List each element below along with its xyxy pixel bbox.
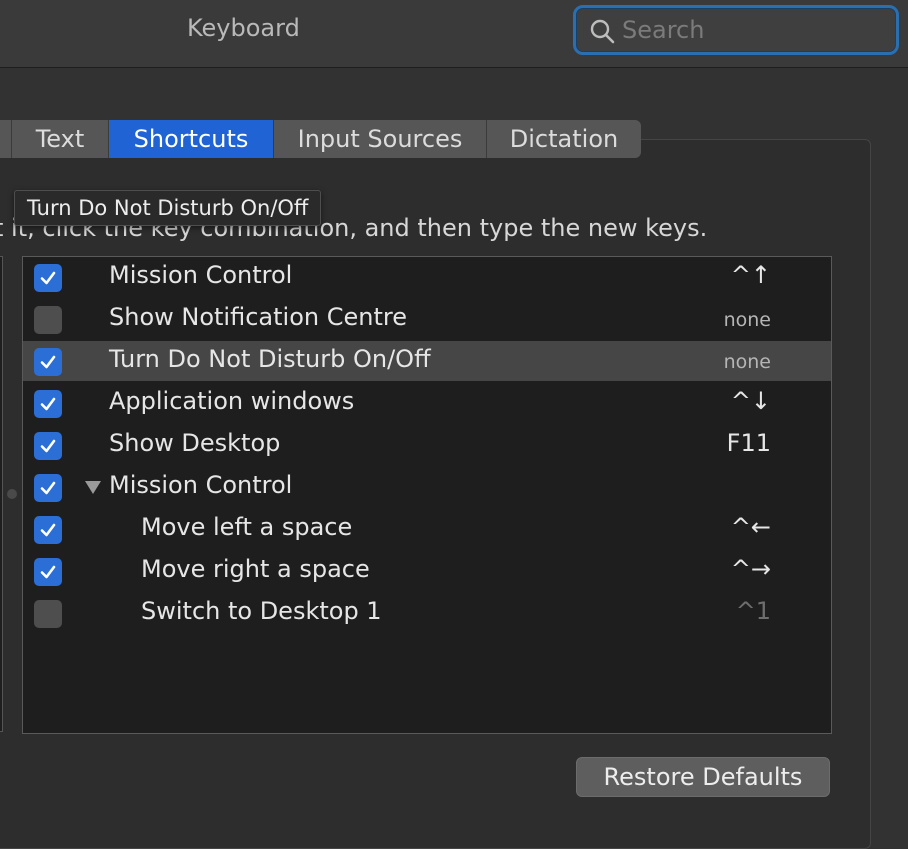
search-box[interactable]: Search <box>573 5 899 55</box>
table-row[interactable]: Application windows ^↓ <box>23 383 831 423</box>
checkmark-icon <box>40 271 56 285</box>
shortcut-label: Move right a space <box>141 555 370 583</box>
checkbox[interactable] <box>34 264 62 292</box>
tab-shortcuts[interactable]: Shortcuts <box>109 120 274 158</box>
tab-text[interactable]: Text <box>12 120 109 158</box>
disclosure-triangle-icon[interactable] <box>85 481 101 495</box>
shortcut-key[interactable]: ^↑ <box>731 261 771 289</box>
window-title: Keyboard <box>187 14 300 42</box>
table-row[interactable]: Move left a space ^← <box>23 509 831 549</box>
shortcut-label: Application windows <box>109 387 355 415</box>
tab-dictation[interactable]: Dictation <box>487 120 641 158</box>
shortcut-label: Show Desktop <box>109 429 281 457</box>
title-bar: Keyboard Search <box>0 0 908 68</box>
shortcut-label: Show Notification Centre <box>109 303 407 331</box>
checkbox[interactable] <box>34 306 62 334</box>
shortcut-key[interactable]: ^1 <box>736 597 771 625</box>
shortcut-label: Mission Control <box>109 261 293 289</box>
tab-bar: Text Shortcuts Input Sources Dictation <box>0 120 641 158</box>
search-input[interactable]: Search <box>622 16 704 44</box>
checkmark-icon <box>40 439 56 453</box>
shortcut-label: Turn Do Not Disturb On/Off <box>109 345 431 373</box>
restore-defaults-button[interactable]: Restore Defaults <box>576 757 830 797</box>
tab-input-sources[interactable]: Input Sources <box>274 120 487 158</box>
checkmark-icon <box>40 523 56 537</box>
checkbox[interactable] <box>34 558 62 586</box>
checkmark-icon <box>40 397 56 411</box>
checkbox[interactable] <box>34 516 62 544</box>
checkmark-icon <box>40 355 56 369</box>
table-row[interactable]: Mission Control <box>23 467 831 507</box>
search-icon <box>590 19 615 44</box>
checkbox[interactable] <box>34 390 62 418</box>
table-row[interactable]: Show Notification Centre none <box>23 299 831 339</box>
shortcut-key[interactable]: none <box>724 309 771 331</box>
checkmark-icon <box>40 565 56 579</box>
checkbox[interactable] <box>34 432 62 460</box>
checkbox[interactable] <box>34 474 62 502</box>
checkmark-icon <box>40 481 56 495</box>
table-row[interactable]: Move right a space ^→ <box>23 551 831 591</box>
shortcut-table: Mission Control ^↑ Show Notification Cen… <box>22 256 832 734</box>
shortcut-key[interactable]: ^→ <box>731 555 771 583</box>
shortcut-label: Move left a space <box>141 513 353 541</box>
shortcut-key[interactable]: none <box>724 351 771 373</box>
split-handle[interactable] <box>7 489 17 499</box>
shortcut-key[interactable]: ^← <box>731 513 771 541</box>
category-list[interactable] <box>0 256 3 732</box>
table-row[interactable]: Turn Do Not Disturb On/Off none <box>23 341 831 381</box>
shortcut-key[interactable]: F11 <box>727 429 771 457</box>
tab-keyboard[interactable] <box>0 120 12 158</box>
tooltip: Turn Do Not Disturb On/Off <box>14 190 322 226</box>
shortcut-key[interactable]: ^↓ <box>731 387 771 415</box>
group-label: Mission Control <box>109 471 293 499</box>
table-row[interactable]: Show Desktop F11 <box>23 425 831 465</box>
checkbox[interactable] <box>34 348 62 376</box>
table-row[interactable]: Mission Control ^↑ <box>23 257 831 297</box>
table-row[interactable]: Switch to Desktop 1 ^1 <box>23 593 831 633</box>
shortcut-label: Switch to Desktop 1 <box>141 597 382 625</box>
checkbox[interactable] <box>34 600 62 628</box>
